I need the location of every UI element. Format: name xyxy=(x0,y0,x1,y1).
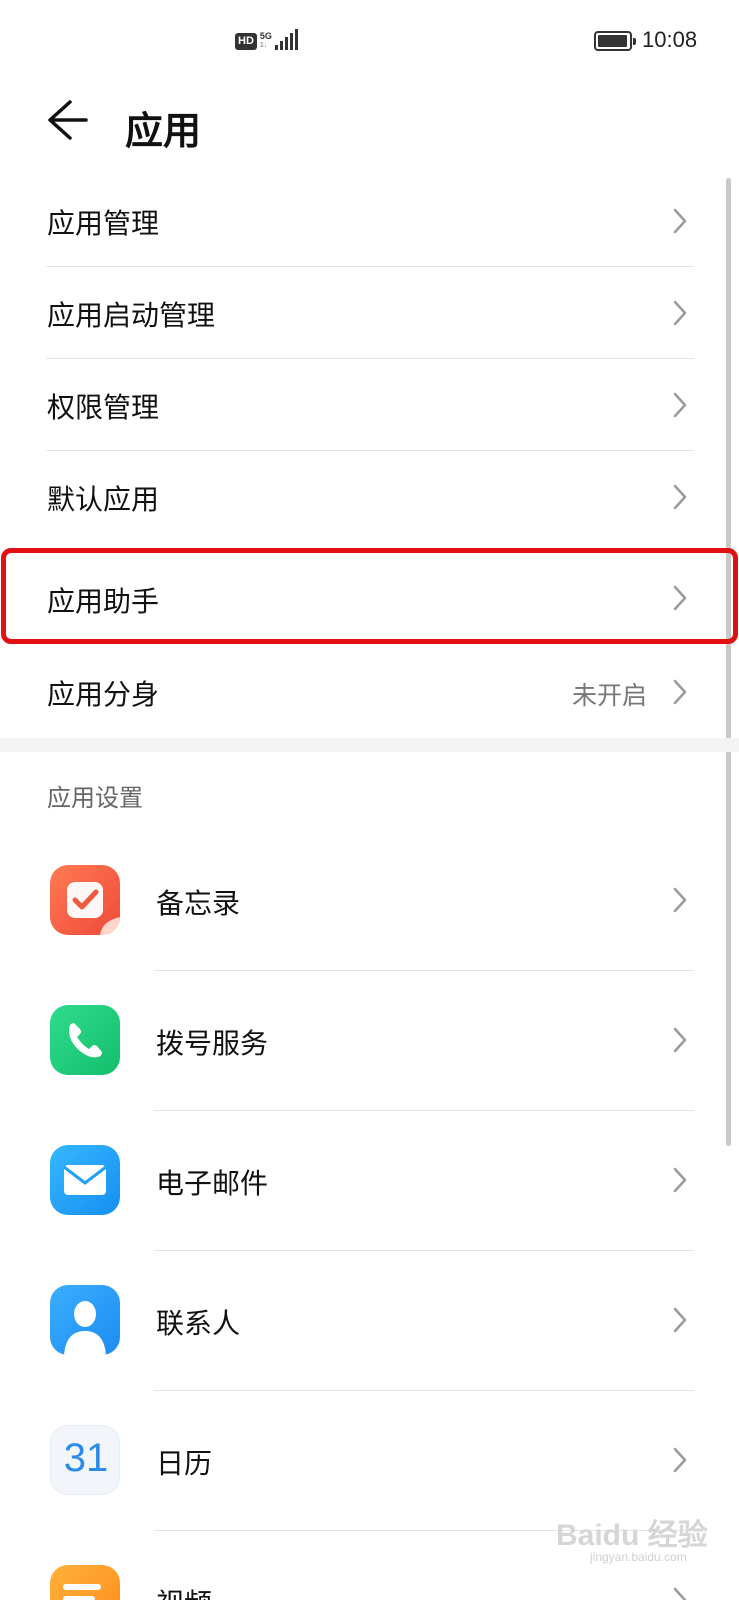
calendar-icon: 31 xyxy=(50,1425,120,1495)
chevron-right-icon xyxy=(673,1307,687,1333)
menu-item-label: 应用管理 xyxy=(47,207,160,240)
menu-item-value: 未开启 xyxy=(571,681,647,710)
app-label: 日历 xyxy=(156,1447,213,1480)
app-item-phone[interactable]: 拨号服务 xyxy=(0,970,739,1110)
video-icon xyxy=(50,1565,120,1600)
chevron-right-icon xyxy=(673,1167,687,1193)
page-title: 应用 xyxy=(125,109,202,153)
signal-icon xyxy=(274,28,298,50)
arrow-left-icon xyxy=(48,100,88,140)
status-bar: HD 5G 1↓ 10:08 xyxy=(0,0,739,80)
app-label: 视频 xyxy=(156,1582,212,1600)
phone-icon xyxy=(50,1005,120,1075)
chevron-right-icon xyxy=(673,208,687,234)
battery-fill xyxy=(598,35,627,47)
network-type-label: 5G xyxy=(259,31,272,41)
hd-badge: HD xyxy=(235,33,257,50)
menu-item-app-launch[interactable]: 应用启动管理 xyxy=(0,266,739,358)
app-header: 应用 xyxy=(0,80,739,170)
menu-item-label: 默认应用 xyxy=(47,483,160,516)
network-sub-label: 1↓ xyxy=(259,42,268,49)
menu-item-label: 应用分身 xyxy=(47,678,160,711)
chevron-right-icon xyxy=(673,585,687,611)
battery-icon xyxy=(594,31,636,51)
back-button[interactable] xyxy=(40,98,100,148)
chevron-right-icon xyxy=(673,392,687,418)
menu-item-label: 应用启动管理 xyxy=(47,299,216,332)
app-label: 备忘录 xyxy=(156,887,241,920)
menu-item-default-apps[interactable]: 默认应用 xyxy=(0,450,739,542)
clock: 10:08 xyxy=(642,27,698,52)
menu-item-app-management[interactable]: 应用管理 xyxy=(0,176,739,266)
chevron-right-icon xyxy=(673,484,687,510)
menu-item-label: 应用助手 xyxy=(47,585,160,618)
calendar-icon-date: 31 xyxy=(63,1436,109,1480)
menu-item-permissions[interactable]: 权限管理 xyxy=(0,358,739,450)
chevron-right-icon xyxy=(673,1587,687,1600)
menu-item-app-twin[interactable]: 应用分身 未开启 xyxy=(0,645,739,735)
menu-item-label: 权限管理 xyxy=(47,391,160,424)
chevron-right-icon xyxy=(673,1027,687,1053)
chevron-right-icon xyxy=(673,1447,687,1473)
mail-icon xyxy=(50,1145,120,1215)
chevron-right-icon xyxy=(673,300,687,326)
notes-icon xyxy=(50,865,120,935)
menu-item-app-assistant[interactable]: 应用助手 xyxy=(0,550,739,642)
chevron-right-icon xyxy=(673,887,687,913)
app-item-contacts[interactable]: 联系人 xyxy=(0,1250,739,1390)
watermark: Baidu 经验 xyxy=(556,1519,708,1552)
watermark-url: jingyan.baidu.com xyxy=(590,1550,687,1564)
app-label: 拨号服务 xyxy=(156,1027,269,1060)
network-type: 5G 1↓ xyxy=(260,32,272,50)
network-indicator: HD 5G 1↓ xyxy=(235,28,298,50)
section-separator xyxy=(0,738,739,752)
app-item-notes[interactable]: 备忘录 xyxy=(0,830,739,970)
chevron-right-icon xyxy=(673,679,687,705)
section-title: 应用设置 xyxy=(47,784,143,812)
app-item-calendar[interactable]: 31 日历 xyxy=(0,1390,739,1530)
app-label: 联系人 xyxy=(156,1307,241,1340)
app-item-email[interactable]: 电子邮件 xyxy=(0,1110,739,1250)
contacts-icon xyxy=(50,1285,120,1355)
app-label: 电子邮件 xyxy=(156,1167,269,1200)
